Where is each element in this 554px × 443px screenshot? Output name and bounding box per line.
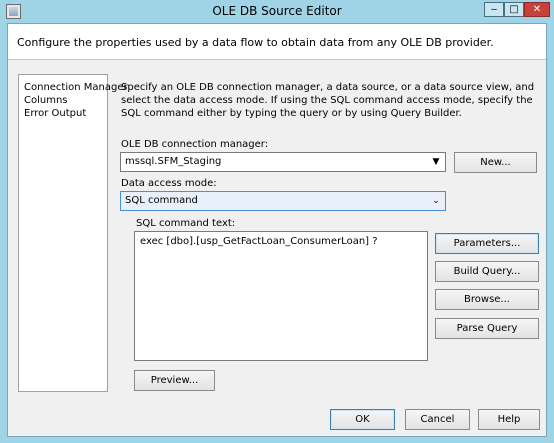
- dialog-client-area: Configure the properties used by a data …: [7, 23, 547, 437]
- minimize-button[interactable]: ‒: [484, 2, 504, 17]
- chevron-down-icon[interactable]: ▼: [428, 154, 444, 170]
- parse-query-button[interactable]: Parse Query: [435, 318, 539, 339]
- preview-button[interactable]: Preview...: [134, 370, 215, 391]
- banner-text: Configure the properties used by a data …: [17, 36, 494, 49]
- parameters-button[interactable]: Parameters...: [435, 233, 539, 254]
- sql-command-label: SQL command text:: [136, 218, 236, 229]
- title-bar[interactable]: OLE DB Source Editor ‒ □ ✕: [0, 0, 554, 22]
- access-mode-combo[interactable]: SQL command ⌄: [120, 191, 446, 211]
- nav-item-columns[interactable]: Columns: [24, 94, 107, 107]
- connection-manager-label: OLE DB connection manager:: [121, 139, 269, 150]
- nav-item-error-output[interactable]: Error Output: [24, 107, 107, 120]
- build-query-button[interactable]: Build Query...: [435, 261, 539, 282]
- cancel-button[interactable]: Cancel: [405, 409, 470, 430]
- maximize-button[interactable]: □: [504, 2, 524, 17]
- nav-item-connection-manager[interactable]: Connection Manager: [24, 81, 128, 94]
- page-description: Specify an OLE DB connection manager, a …: [121, 82, 535, 119]
- sql-command-textarea[interactable]: exec [dbo].[usp_GetFactLoan_ConsumerLoan…: [134, 231, 428, 361]
- dialog-window: OLE DB Source Editor ‒ □ ✕ Configure the…: [0, 0, 554, 443]
- description-banner: Configure the properties used by a data …: [8, 24, 546, 60]
- access-mode-label: Data access mode:: [121, 178, 217, 189]
- access-mode-value: SQL command: [125, 195, 198, 206]
- window-title: OLE DB Source Editor: [212, 4, 342, 18]
- help-button[interactable]: Help: [478, 409, 540, 430]
- browse-button[interactable]: Browse...: [435, 289, 539, 310]
- close-button[interactable]: ✕: [524, 2, 550, 17]
- sql-command-text: exec [dbo].[usp_GetFactLoan_ConsumerLoan…: [140, 236, 378, 247]
- ok-button[interactable]: OK: [330, 409, 395, 430]
- page-navigation-list: Connection Manager Columns Error Output: [18, 74, 128, 392]
- connection-manager-combo[interactable]: mssql.SFM_Staging ▼: [120, 152, 446, 172]
- chevron-down-icon[interactable]: ⌄: [428, 193, 444, 209]
- new-connection-button[interactable]: New...: [454, 152, 537, 173]
- connection-manager-value: mssql.SFM_Staging: [125, 156, 222, 167]
